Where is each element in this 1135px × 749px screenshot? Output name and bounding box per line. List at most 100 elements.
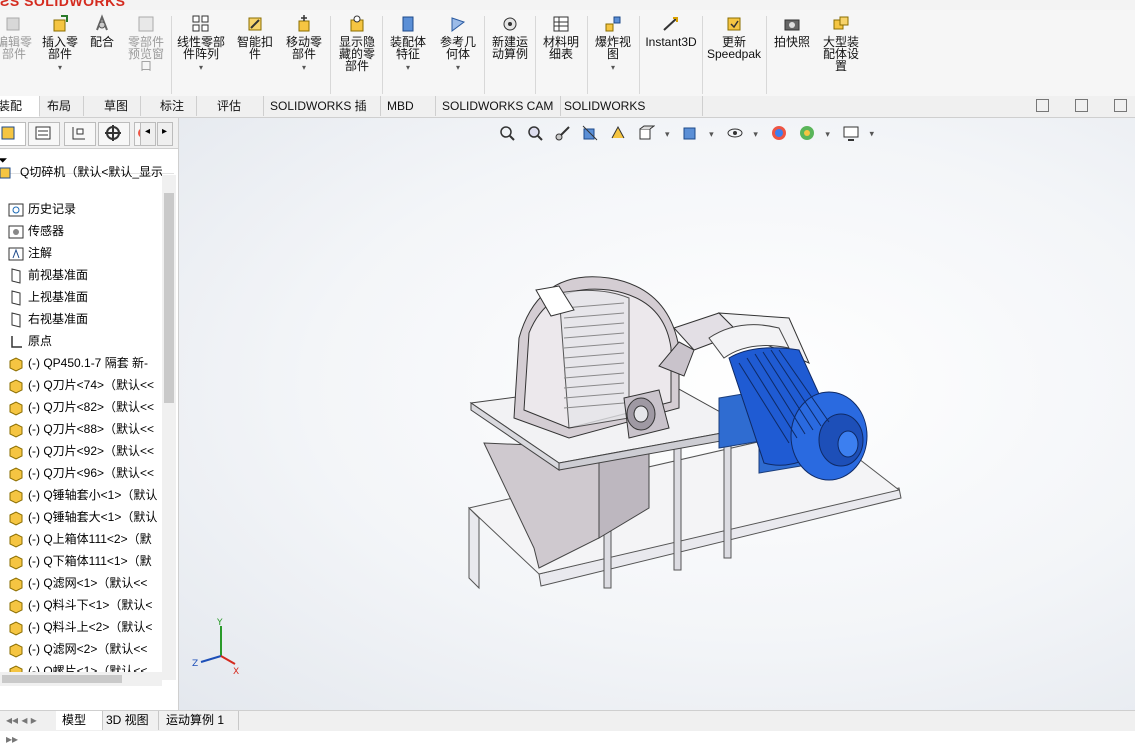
new-motion-study-button[interactable]: 新建运 动算例 (487, 14, 533, 60)
linear-component-pattern-button[interactable]: 线性零部 件阵列 ▾ (173, 14, 229, 74)
tile-icon[interactable] (1075, 99, 1089, 112)
tree-item-component[interactable]: (-) Q下箱体111<1>（默 (0, 550, 162, 572)
origin-icon (11, 335, 22, 348)
tab-3d-views[interactable]: 3D 视图 (100, 711, 159, 730)
camera-icon (784, 19, 800, 31)
z-axis-label: Z (192, 659, 198, 669)
x-axis-label: X (233, 667, 239, 677)
apply-scene-icon[interactable] (798, 124, 816, 142)
bom-icon (553, 16, 569, 32)
tree-item-component[interactable]: (-) Q刀片<96>（默认<< (0, 462, 162, 484)
chevron-left-icon: ◂ (145, 126, 151, 137)
crosshair-icon (105, 125, 121, 141)
zoom-to-fit-icon[interactable] (498, 124, 516, 142)
smart-fasteners-button[interactable]: 智能扣 件 (233, 14, 277, 60)
instant3d-button[interactable]: Instant3D (643, 14, 699, 48)
configuration-manager-tab[interactable] (64, 122, 96, 146)
feature-tree-items: 历史记录 传感器 注解 前视基准面 上视基准面 右视基准面 原点 (-) QP4… (0, 198, 162, 674)
tree-item-component[interactable]: (-) Q锤轴套小<1>（默认 (0, 484, 162, 506)
tree-root[interactable]: Q切碎机（默认<默认_显示状 (0, 161, 162, 183)
dropdown-arrow-icon[interactable]: ▾ (665, 130, 670, 140)
display-style-icon[interactable] (681, 124, 699, 142)
large-assembly-settings-button[interactable]: 大型装 配体设 置 (818, 14, 864, 72)
tab-layout[interactable]: 布局 (41, 96, 84, 116)
edit-appearance-icon[interactable] (770, 124, 788, 142)
assembly-model[interactable] (179, 118, 1135, 710)
tree-item-sensors[interactable]: 传感器 (0, 220, 162, 242)
bottom-tab-bar: ◂◂ ◂ ▸ ▸▸ 模型 3D 视图 运动算例 1 (0, 710, 1135, 746)
tree-item-component[interactable]: (-) Q料斗上<2>（默认< (0, 616, 162, 638)
restore-icon[interactable] (1036, 99, 1050, 112)
zoom-to-area-icon[interactable] (526, 124, 544, 142)
tree-item-component[interactable]: (-) Q刀片<88>（默认<< (0, 418, 162, 440)
tab-assembly[interactable]: 装配体 (0, 96, 40, 133)
ribbon-separator (171, 16, 172, 94)
dropdown-arrow-icon[interactable]: ▾ (709, 130, 714, 140)
view-settings-icon[interactable] (842, 124, 860, 142)
part-icon (9, 379, 23, 394)
property-manager-tab[interactable] (28, 122, 60, 146)
tab-navigation-arrows[interactable]: ◂◂ ◂ ▸ ▸▸ (0, 711, 57, 746)
tree-item-history[interactable]: 历史记录 (0, 198, 162, 220)
tree-item-component[interactable]: (-) Q滤网<2>（默认<< (0, 638, 162, 660)
tree-item-component[interactable]: (-) Q刀片<82>（默认<< (0, 396, 162, 418)
show-hidden-components-button[interactable]: 显示隐 藏的零 部件 (334, 14, 380, 72)
feature-manager-tab[interactable] (0, 122, 26, 146)
show-hidden-icon (350, 15, 364, 32)
tab-evaluate[interactable]: 评估 (211, 96, 264, 116)
mate-button[interactable]: 配合 (86, 14, 118, 48)
insert-component-button[interactable]: 插入零 部件 ▾ (38, 14, 82, 74)
tree-item-component[interactable]: (-) Q锤轴套大<1>（默认 (0, 506, 162, 528)
edit-component-button[interactable]: 编辑零 部件 (0, 14, 34, 60)
plane-icon (11, 268, 21, 284)
component-preview-window-button[interactable]: 零部件 预览窗 口 (122, 14, 170, 72)
graphics-viewport[interactable]: Y Z X (179, 118, 1135, 710)
tab-markup[interactable]: 标注 (154, 96, 197, 116)
tree-item-top-plane[interactable]: 上视基准面 (0, 286, 162, 308)
tab-solidworks-addins[interactable]: SOLIDWORKS 插件 (264, 96, 381, 133)
tree-item-component[interactable]: (-) QP450.1-7 隔套 新- (0, 352, 162, 374)
tree-item-origin[interactable]: 原点 (0, 330, 162, 352)
dynamic-annotation-icon[interactable] (609, 124, 627, 142)
assembly-icon (1, 126, 15, 140)
tree-item-component[interactable]: (-) Q刀片<92>（默认<< (0, 440, 162, 462)
part-icon (9, 357, 23, 372)
tree-item-component[interactable]: (-) Q滤网<1>（默认<< (0, 572, 162, 594)
dropdown-arrow-icon[interactable]: ▾ (753, 130, 758, 140)
hide-show-items-icon[interactable] (726, 124, 744, 142)
dimxpert-tab[interactable] (98, 122, 130, 146)
update-speedpak-button[interactable]: 更新 Speedpak (704, 14, 764, 60)
section-view-icon[interactable] (581, 124, 599, 142)
ribbon-separator (702, 16, 703, 94)
tab-sketch[interactable]: 草图 (98, 96, 141, 116)
tab-motion-study[interactable]: 运动算例 1 (160, 711, 239, 730)
tree-item-component[interactable]: (-) Q上箱体111<2>（默 (0, 528, 162, 550)
panel-scroll-right[interactable]: ▸ (157, 122, 173, 146)
view-orientation-icon[interactable] (637, 124, 656, 142)
plane-icon (11, 312, 21, 328)
tree-item-component[interactable]: (-) Q刀片<74>（默认<< (0, 374, 162, 396)
assembly-features-button[interactable]: 装配体 特征 ▾ (386, 14, 430, 74)
tree-scroll-thumb[interactable] (164, 193, 174, 403)
tree-item-front-plane[interactable]: 前视基准面 (0, 264, 162, 286)
tree-item-annotations[interactable]: 注解 (0, 242, 162, 264)
take-snapshot-button[interactable]: 拍快照 (770, 14, 814, 48)
smart-fastener-icon (248, 17, 262, 31)
previous-view-icon[interactable] (554, 124, 572, 142)
bill-of-materials-button[interactable]: 材料明 细表 (538, 14, 584, 60)
tab-solidworks-inspection[interactable]: SOLIDWORKS Inspection (558, 96, 703, 133)
tree-item-right-plane[interactable]: 右视基准面 (0, 308, 162, 330)
tab-model[interactable]: 模型 (56, 711, 103, 730)
reference-geometry-button[interactable]: 参考几 何体 ▾ (436, 14, 480, 74)
dropdown-arrow-icon[interactable]: ▾ (870, 130, 875, 140)
maximize-icon[interactable] (1114, 99, 1127, 112)
panel-scroll-left[interactable]: ◂ (140, 122, 156, 146)
move-component-button[interactable]: 移动零 部件 ▾ (282, 14, 326, 74)
tab-mbd[interactable]: MBD (381, 96, 436, 116)
tab-solidworks-cam[interactable]: SOLIDWORKS CAM (436, 96, 561, 116)
dropdown-arrow-icon[interactable]: ▾ (825, 130, 830, 140)
command-manager-ribbon: 编辑零 部件 插入零 部件 ▾ 配合 零部件 预览窗 口 线性零部 件阵列 ▾ … (0, 10, 1135, 97)
exploded-view-button[interactable]: 爆炸视 图 ▾ (591, 14, 635, 74)
tree-hscroll-thumb[interactable] (2, 675, 122, 683)
tree-item-component[interactable]: (-) Q料斗下<1>（默认< (0, 594, 162, 616)
